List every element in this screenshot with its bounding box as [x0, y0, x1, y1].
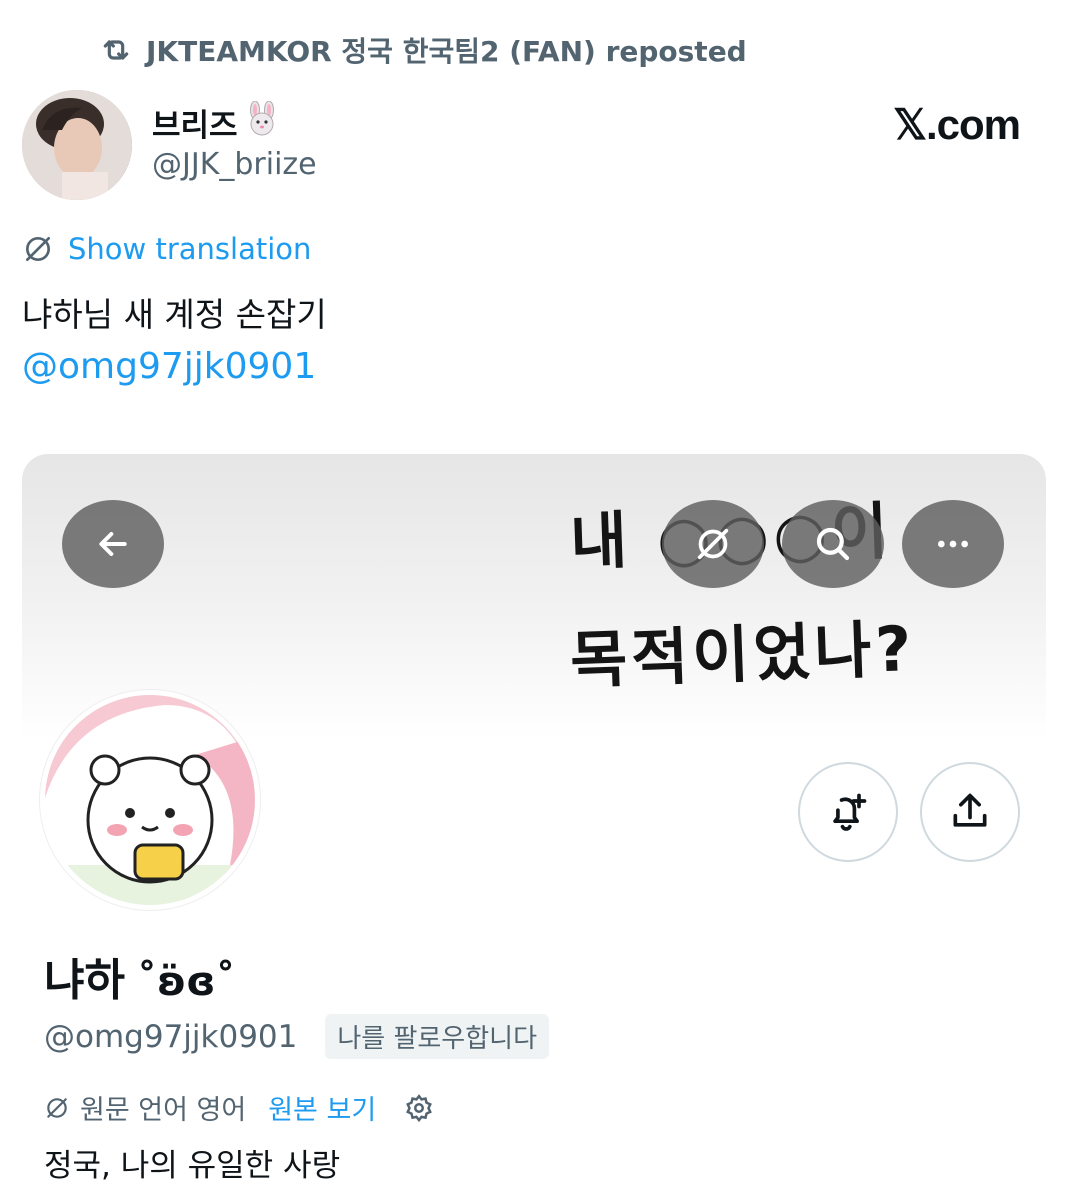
globe-slash-icon [47, 1097, 67, 1118]
portrait-avatar [22, 90, 132, 200]
repost-header[interactable]: JKTEAMKOR 정국 한국팀2 (FAN) reposted [100, 32, 747, 68]
search-icon [816, 527, 850, 561]
profile-screenshot[interactable]: 내 ○○○이 목적이었나? 냐하 ˚ʚ̈ɞ˚ @omg97jjk0901 나를 … [22, 454, 1046, 1200]
banner-text-line2: 목적이었나? [569, 611, 917, 697]
follows-you-badge: 나를 팔로우합니다 [325, 1014, 549, 1059]
cartoon-bear-avatar [45, 695, 255, 905]
author-handle[interactable]: @JJK_briize [152, 147, 317, 182]
rabbit-emoji [244, 100, 280, 145]
name-emoticon: ˚ʚ̈ɞ˚ [136, 959, 236, 1005]
search-button[interactable] [782, 500, 884, 588]
more-icon [938, 540, 968, 548]
bell-plus-icon [833, 793, 867, 831]
author-avatar[interactable] [22, 90, 132, 200]
view-original-link[interactable]: 원본 보기 [268, 1088, 376, 1127]
more-button[interactable] [902, 500, 1004, 588]
notifications-button[interactable] [798, 762, 898, 862]
tweet-text: 냐하님 새 계정 손잡기 [22, 295, 327, 334]
tweet-mention-link[interactable]: @omg97jjk0901 [22, 346, 316, 387]
bio-translation-row: 원문 언어 영어 원본 보기 [44, 1088, 434, 1127]
bio-source-language: 원문 언어 영어 [80, 1095, 247, 1126]
back-button[interactable] [62, 500, 164, 588]
translate-icon [697, 528, 729, 560]
back-arrow-icon [99, 532, 127, 556]
show-translation-link[interactable]: Show translation [68, 232, 311, 266]
repost-text: JKTEAMKOR 정국 한국팀2 (FAN) reposted [146, 35, 747, 68]
profile-display-name: 냐하 ˚ʚ̈ɞ˚ [44, 944, 235, 1008]
globe-slash-icon [26, 237, 50, 261]
profile-handle: @omg97jjk0901 [44, 1018, 298, 1055]
profile-avatar[interactable] [40, 690, 260, 910]
translate-button[interactable] [662, 500, 764, 588]
x-brand-logo: 𝕏.com [893, 101, 1021, 148]
share-icon [953, 793, 987, 827]
gear-icon[interactable] [404, 1093, 434, 1123]
profile-name-text: 냐하 [44, 955, 125, 1006]
profile-handle-row: @omg97jjk0901 나를 팔로우합니다 [44, 1014, 549, 1059]
share-button[interactable] [920, 762, 1020, 862]
repost-icon [103, 40, 129, 60]
author-name[interactable]: 브리즈 [152, 100, 280, 145]
profile-bio: 정국, 나의 유일한 사랑 [44, 1148, 341, 1184]
show-translation[interactable]: Show translation [22, 232, 311, 266]
author-name-text: 브리즈 [152, 108, 238, 144]
